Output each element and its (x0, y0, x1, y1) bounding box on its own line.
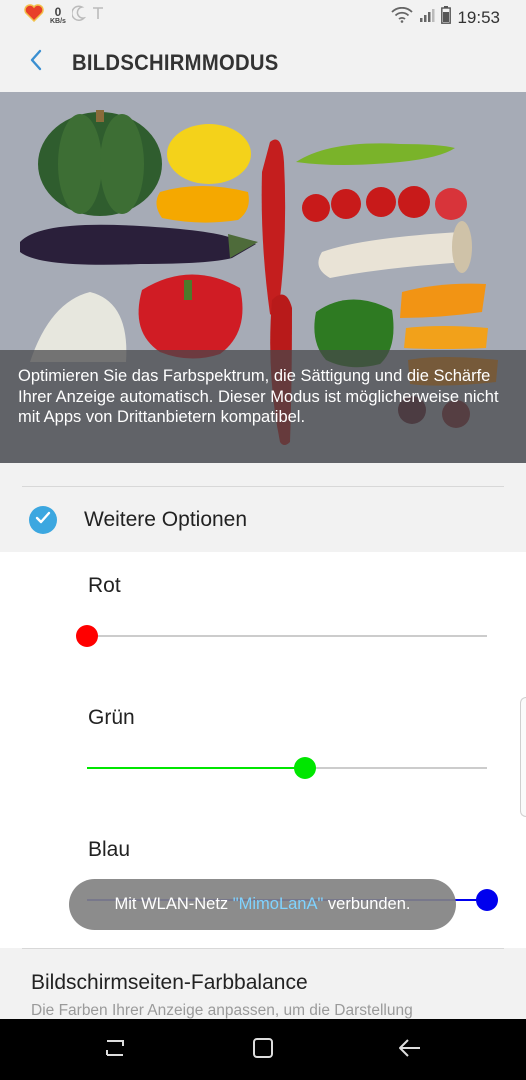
app-header: BILDSCHIRMMODUS (0, 32, 526, 92)
signal-icon (419, 7, 435, 28)
home-icon (252, 1037, 274, 1064)
back-icon (398, 1038, 422, 1063)
recent-apps-button[interactable] (98, 1033, 132, 1067)
hero-caption: Optimieren Sie das Farbspektrum, die Sät… (0, 350, 526, 463)
wifi-toast: Mit WLAN-Netz "MimoLanA" verbunden. (69, 879, 456, 930)
page-title: BILDSCHIRMMODUS (72, 50, 279, 75)
green-slider-thumb[interactable] (294, 757, 316, 779)
hero-caption-text: Optimieren Sie das Farbspektrum, die Sät… (18, 367, 499, 426)
recent-apps-icon (103, 1037, 127, 1064)
divider (22, 486, 504, 487)
heart-badge-icon (24, 4, 44, 27)
green-slider[interactable] (87, 757, 487, 779)
green-slider-label: Grün (88, 706, 135, 729)
preview-image: Optimieren Sie das Farbspektrum, die Sät… (0, 92, 526, 463)
net-speed-unit: KB/s (50, 18, 66, 25)
back-arrow-icon (28, 48, 44, 77)
color-balance-title: Bildschirmseiten-Farbbalance (31, 971, 308, 994)
net-speed-value: 0 (54, 5, 62, 19)
blue-slider-thumb[interactable] (476, 889, 498, 911)
t-icon (92, 6, 104, 25)
navigation-bar (0, 1019, 526, 1080)
advanced-options-checkbox[interactable] (29, 506, 57, 534)
advanced-options-row[interactable]: Weitere Optionen (0, 490, 526, 552)
color-balance-description: Die Farben Ihrer Anzeige anpassen, um di… (31, 1002, 413, 1019)
battery-icon (441, 6, 452, 29)
blue-slider-label: Blau (88, 838, 131, 861)
red-slider[interactable] (76, 625, 487, 647)
status-right: 19:53 (391, 6, 500, 29)
clock: 19:53 (457, 7, 500, 27)
toast-network-name: "MimoLanA" (232, 895, 324, 913)
red-slider-thumb[interactable] (76, 625, 98, 647)
toast-suffix: verbunden. (323, 895, 411, 913)
status-bar: 0 KB/s 19:53 (0, 0, 526, 32)
green-slider-fill (87, 767, 305, 769)
status-left: 0 KB/s (24, 4, 104, 27)
moon-icon (71, 5, 87, 26)
color-balance-item[interactable]: Bildschirmseiten-Farbbalance Die Farben … (0, 949, 526, 1019)
wifi-icon (391, 6, 414, 28)
toast-prefix: Mit WLAN-Netz (114, 895, 233, 913)
advanced-options-label: Weitere Optionen (84, 508, 248, 531)
back-button[interactable] (20, 46, 52, 78)
net-speed: 0 KB/s (50, 6, 66, 25)
checkmark-icon (35, 511, 51, 530)
red-slider-label: Rot (88, 574, 121, 597)
home-button[interactable] (246, 1033, 280, 1067)
system-back-button[interactable] (393, 1033, 427, 1067)
scrollbar-handle[interactable] (520, 697, 526, 817)
